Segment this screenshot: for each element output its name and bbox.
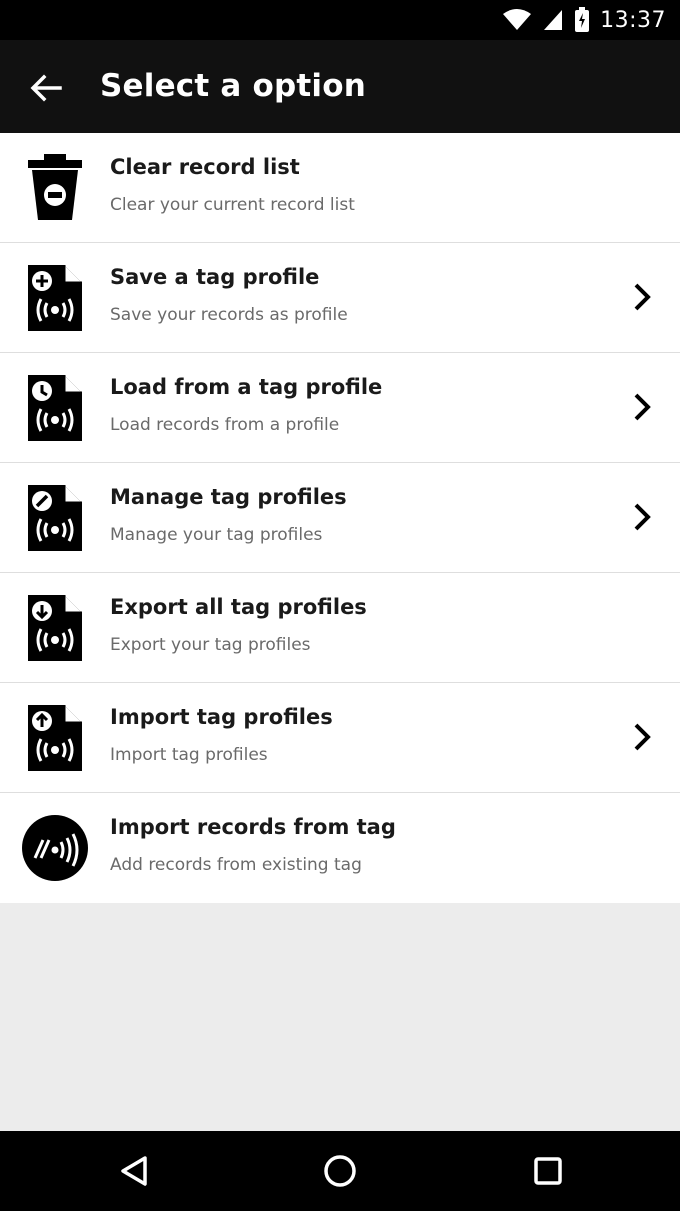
- profile-export-icon: [20, 591, 90, 665]
- profile-import-icon: [20, 701, 90, 775]
- status-bar: 13:37: [0, 0, 680, 40]
- status-icons: 13:37: [502, 0, 666, 40]
- status-time: 13:37: [600, 7, 666, 33]
- options-list: Clear record list Clear your current rec…: [0, 133, 680, 903]
- option-manage-tag-profiles[interactable]: Manage tag profiles Manage your tag prof…: [0, 463, 680, 573]
- profile-add-icon: [20, 261, 90, 335]
- battery-icon: [575, 7, 590, 32]
- chevron-right-icon: [634, 283, 651, 311]
- option-load-tag-profile[interactable]: Load from a tag profile Load records fro…: [0, 353, 680, 463]
- recents-square-icon: [534, 1157, 562, 1185]
- home-circle-icon: [324, 1155, 356, 1187]
- option-subtitle: Load records from a profile: [110, 415, 340, 435]
- nav-recents-button[interactable]: [520, 1143, 576, 1199]
- option-subtitle: Export your tag profiles: [110, 635, 311, 655]
- system-nav-bar: [0, 1131, 680, 1211]
- option-title: Clear record list: [110, 155, 300, 179]
- chevron-right-icon: [634, 503, 651, 531]
- option-save-tag-profile[interactable]: Save a tag profile Save your records as …: [0, 243, 680, 353]
- back-button[interactable]: [20, 62, 72, 114]
- app-toolbar: Select a option: [0, 40, 680, 133]
- option-subtitle: Add records from existing tag: [110, 855, 362, 875]
- option-title: Save a tag profile: [110, 265, 320, 289]
- chevron-right-icon: [634, 393, 651, 421]
- nfc-tag-icon: [20, 811, 90, 885]
- wifi-icon: [503, 9, 532, 30]
- option-title: Export all tag profiles: [110, 595, 367, 619]
- option-title: Manage tag profiles: [110, 485, 347, 509]
- profile-load-icon: [20, 371, 90, 445]
- page-title: Select a option: [100, 68, 367, 104]
- option-import-records-from-tag[interactable]: Import records from tag Add records from…: [0, 793, 680, 903]
- profile-edit-icon: [20, 481, 90, 555]
- trash-icon: [20, 151, 90, 225]
- option-subtitle: Save your records as profile: [110, 305, 348, 325]
- option-subtitle: Import tag profiles: [110, 745, 268, 765]
- nav-home-button[interactable]: [312, 1143, 368, 1199]
- option-clear-record-list[interactable]: Clear record list Clear your current rec…: [0, 133, 680, 243]
- option-title: Import records from tag: [110, 815, 396, 839]
- option-title: Load from a tag profile: [110, 375, 383, 399]
- cell-signal-icon: [544, 10, 563, 30]
- arrow-left-icon: [30, 74, 62, 102]
- option-export-tag-profiles[interactable]: Export all tag profiles Export your tag …: [0, 573, 680, 683]
- option-import-tag-profiles[interactable]: Import tag profiles Import tag profiles: [0, 683, 680, 793]
- option-subtitle: Clear your current record list: [110, 195, 355, 215]
- option-subtitle: Manage your tag profiles: [110, 525, 323, 545]
- chevron-right-icon: [634, 723, 651, 751]
- back-triangle-icon: [121, 1156, 147, 1186]
- nav-back-button[interactable]: [106, 1143, 162, 1199]
- option-title: Import tag profiles: [110, 705, 333, 729]
